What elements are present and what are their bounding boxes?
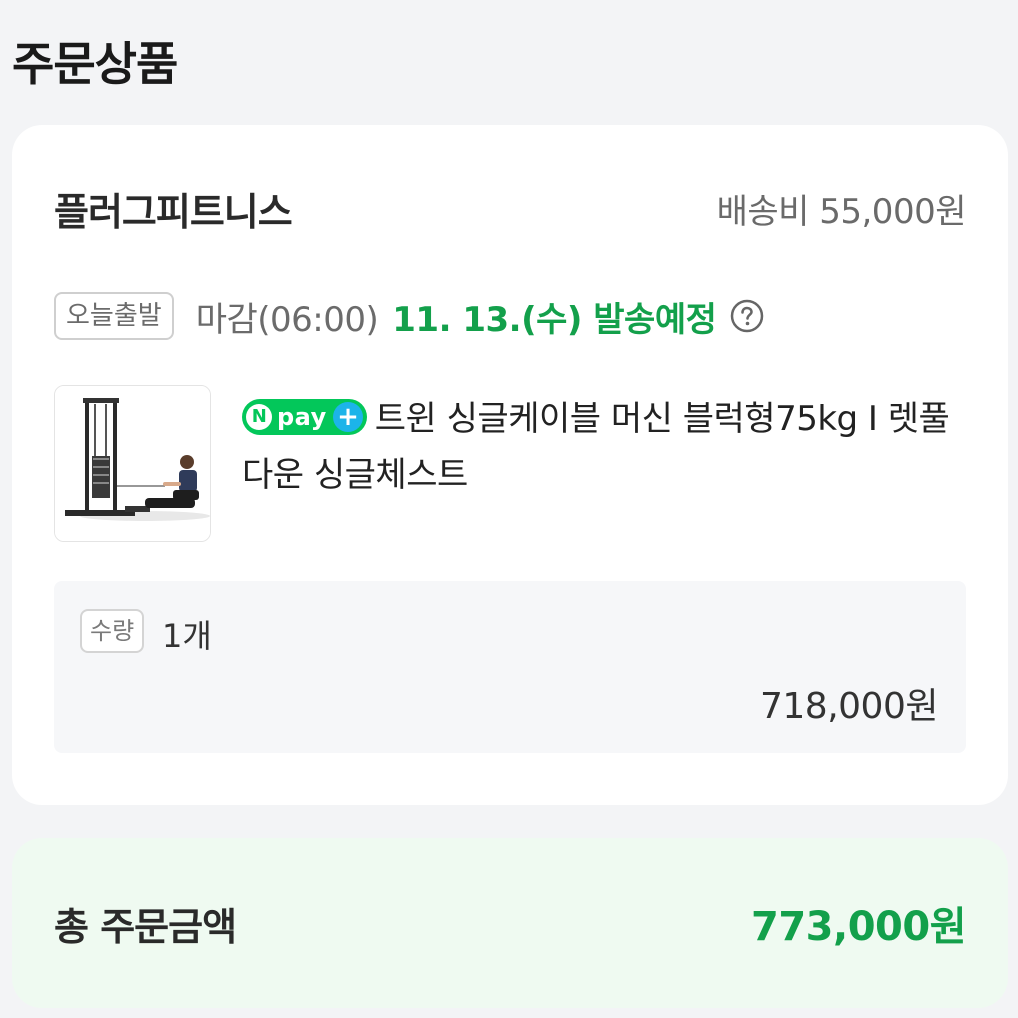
dispatch-info: 오늘출발 마감(06:00) 11. 13.(수) 발송예정 — [54, 290, 764, 342]
total-amount-card: 총 주문금액 773,000원 — [12, 838, 1008, 1008]
product-thumbnail[interactable] — [54, 385, 211, 542]
quantity-label: 수량 — [80, 609, 145, 653]
total-amount-value: 773,000원 — [751, 904, 967, 950]
expected-ship-date: 11. 13.(수) 발송예정 — [392, 299, 717, 340]
npay-plus-badge: Npay + — [242, 398, 367, 435]
item-price: 718,000원 — [760, 686, 939, 727]
npay-n-icon: N — [246, 403, 272, 430]
question-circle-icon[interactable] — [730, 299, 764, 333]
seller-name[interactable]: 플러그피트니스 — [54, 181, 293, 236]
product-row: Npay + 트윈 싱글케이블 머신 블럭형75kg I 렛풀다운 싱글체스트 — [54, 385, 966, 545]
product-name-block[interactable]: Npay + 트윈 싱글케이블 머신 블럭형75kg I 렛풀다운 싱글체스트 — [242, 391, 966, 503]
quantity-value: 1개 — [162, 617, 212, 655]
cable-machine-image — [55, 386, 210, 541]
today-dispatch-badge: 오늘출발 — [54, 292, 174, 340]
plus-icon: + — [332, 401, 363, 432]
quantity-price-box: 수량 1개 718,000원 — [54, 581, 966, 753]
shipping-fee: 배송비 55,000원 — [716, 191, 967, 232]
dispatch-deadline: 마감(06:00) — [195, 299, 379, 340]
order-item-card: 플러그피트니스 배송비 55,000원 오늘출발 마감(06:00) 11. 1… — [12, 125, 1008, 805]
total-amount-label: 총 주문금액 — [54, 905, 237, 949]
seller-header: 플러그피트니스 배송비 55,000원 — [54, 181, 967, 236]
page-title: 주문상품 — [12, 37, 178, 91]
npay-label: pay — [277, 402, 327, 431]
